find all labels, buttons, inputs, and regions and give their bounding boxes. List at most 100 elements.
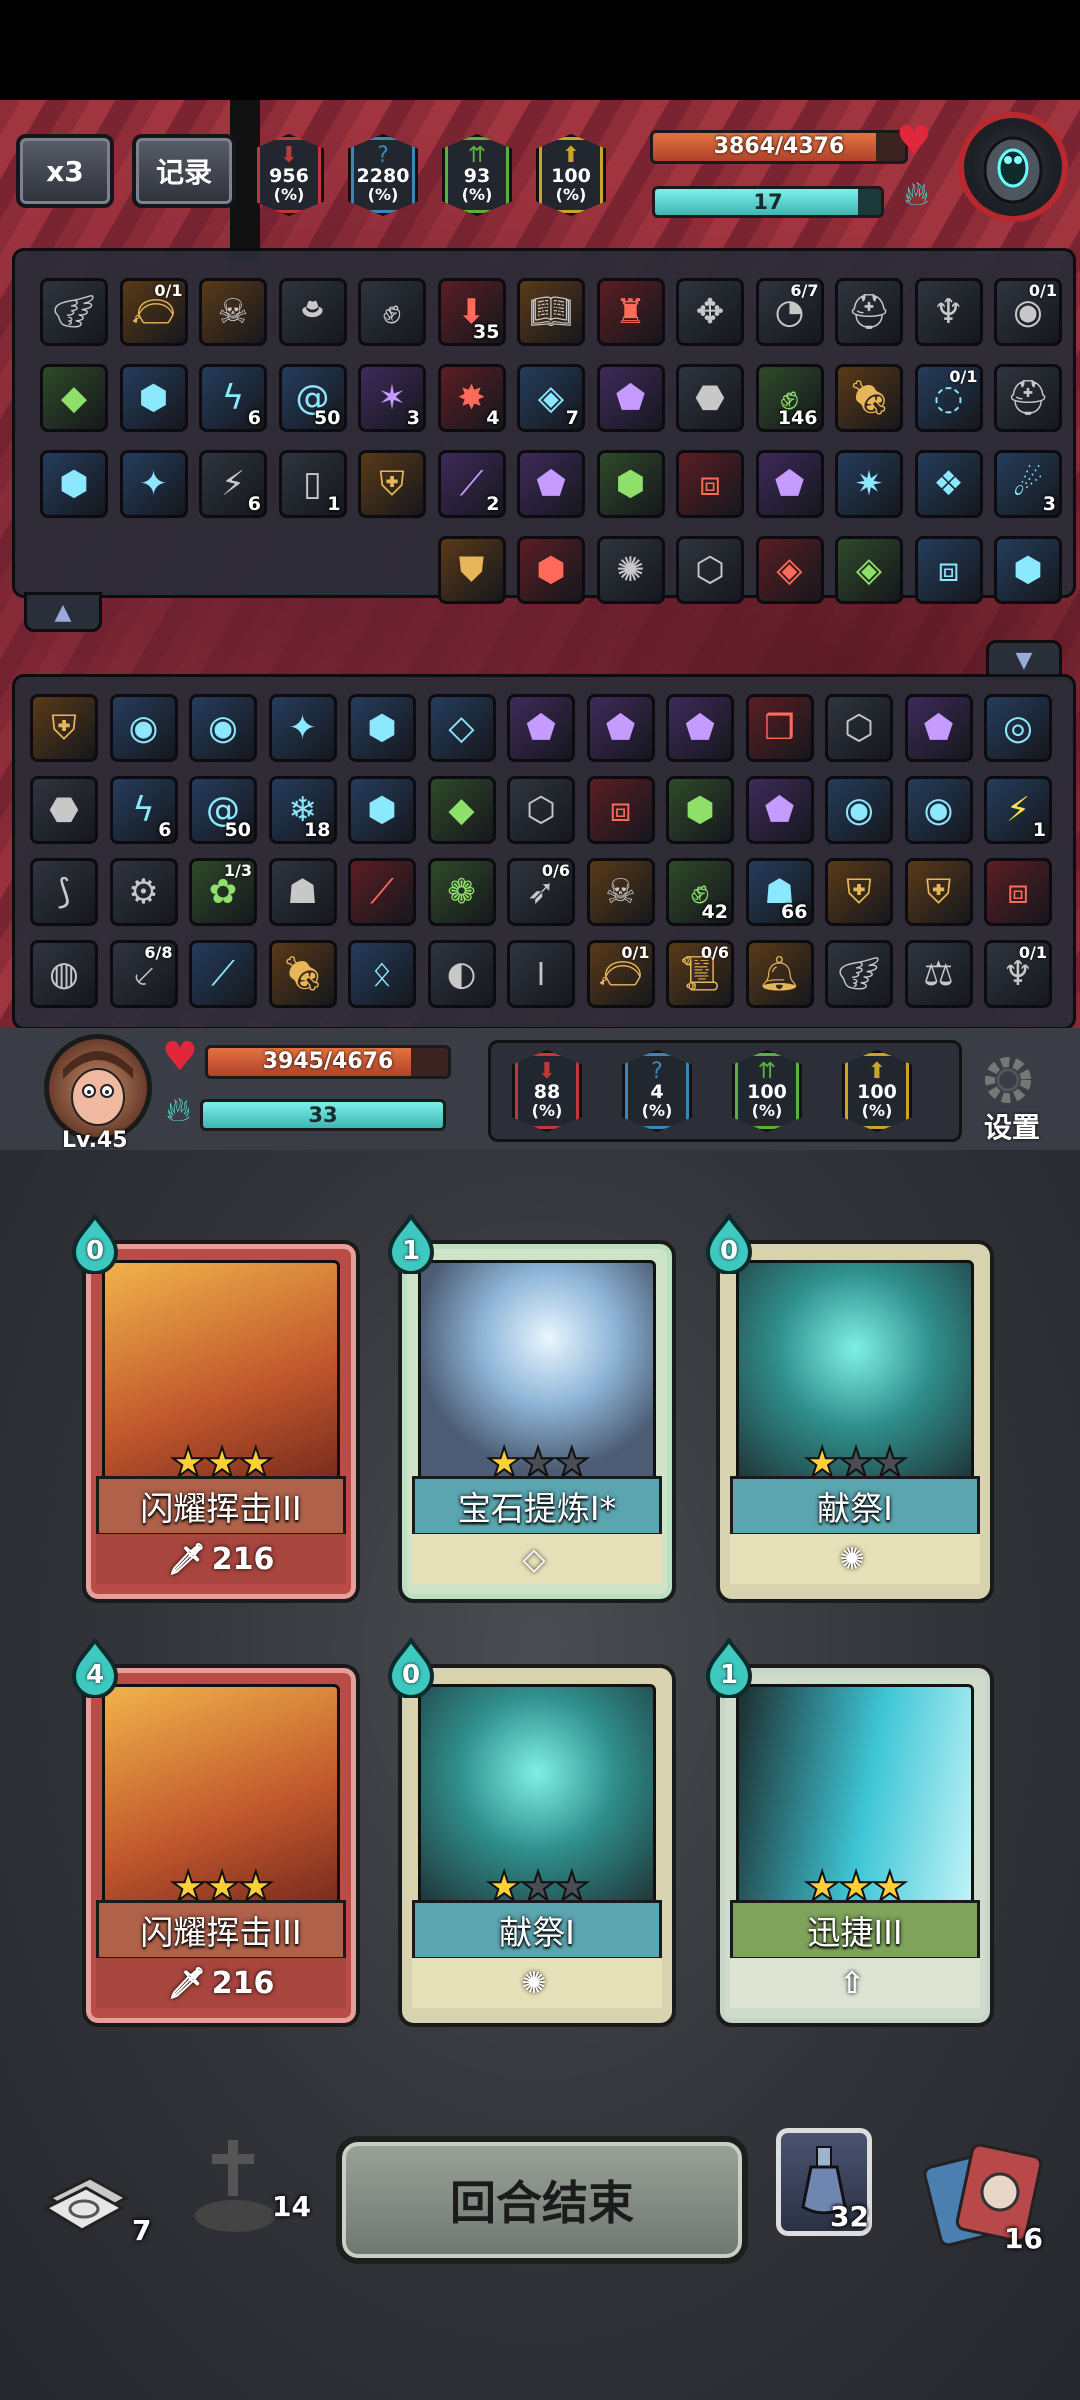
player-relic-slot[interactable]: ✿ 1/3: [189, 858, 257, 926]
player-relic-slot[interactable]: ◆: [427, 776, 496, 844]
enemy-relic-slot[interactable]: ✥: [676, 278, 744, 346]
enemy-relic-slot[interactable]: ⬡: [676, 536, 744, 604]
player-relic-slot[interactable]: ☗ 66: [745, 858, 814, 926]
enemy-relic-slot[interactable]: ◔ 6/7: [755, 278, 824, 346]
enemy-stat-0[interactable]: ⬇ 956 (%): [254, 134, 324, 216]
player-stat-1[interactable]: ? 4 (%): [622, 1050, 692, 1132]
player-relic-slot[interactable]: ⬢: [348, 776, 416, 844]
enemy-relic-slot[interactable]: ⬢: [517, 536, 585, 604]
draw-pile-icon[interactable]: [40, 2168, 130, 2238]
player-relic-slot[interactable]: ⟋: [189, 940, 257, 1008]
enemy-relic-slot[interactable]: ⟋ 2: [437, 450, 506, 518]
enemy-relic-slot[interactable]: 🎩︎: [278, 278, 347, 346]
enemy-relic-slot[interactable]: ✸ 4: [437, 364, 506, 432]
enemy-relic-slot[interactable]: ⬇ 35: [437, 278, 506, 346]
enemy-relic-slot[interactable]: ◆: [40, 364, 108, 432]
enemy-relic-slot[interactable]: ⧈: [914, 536, 983, 604]
hand-card-attack[interactable]: ★★★ 闪耀挥击III 🗡︎ 216: [82, 1664, 360, 2027]
enemy-relic-slot[interactable]: ♆: [914, 278, 983, 346]
player-relic-slot[interactable]: ◇: [427, 694, 496, 762]
player-relic-slot[interactable]: ◉: [109, 694, 178, 762]
enemy-relic-slot[interactable]: ⬟: [596, 364, 665, 432]
player-relic-slot[interactable]: ⬟: [904, 694, 973, 762]
player-avatar[interactable]: [44, 1034, 152, 1142]
hand-card-agility[interactable]: ★★★ 迅捷III ⇧: [716, 1664, 994, 2027]
enemy-relic-slot[interactable]: ◈: [755, 536, 824, 604]
player-stat-0[interactable]: ⬇ 88 (%): [512, 1050, 582, 1132]
player-relic-slot[interactable]: ◉: [825, 776, 893, 844]
player-relic-slot[interactable]: ◍: [30, 940, 98, 1008]
player-relic-slot[interactable]: ☠: [586, 858, 655, 926]
player-relic-slot[interactable]: ❄ 18: [268, 776, 337, 844]
player-relic-slot[interactable]: ⸔ 6/8: [109, 940, 178, 1008]
enemy-relic-slot[interactable]: ⬢: [596, 450, 665, 518]
enemy-relic-slot[interactable]: 🍖︎: [835, 364, 903, 432]
hand-card-sacrifice[interactable]: ★★★ 献祭I ✺: [398, 1664, 676, 2027]
enemy-relic-slot[interactable]: ⬟: [517, 450, 585, 518]
player-relic-slot[interactable]: ⬡: [825, 694, 893, 762]
enemy-relic-slot[interactable]: ϟ6: [199, 364, 267, 432]
enemy-relic-slot[interactable]: ⚡︎ 6: [199, 450, 267, 518]
enemy-relic-slot[interactable]: ◉ 0/1: [994, 278, 1062, 346]
player-relic-slot[interactable]: ⛨: [30, 694, 98, 762]
player-relic-slot[interactable]: ⧈: [586, 776, 655, 844]
player-relic-slot[interactable]: 🔔︎: [745, 940, 814, 1008]
enemy-relic-slot[interactable]: 🪽︎: [40, 278, 108, 346]
grave-icon[interactable]: [190, 2134, 280, 2234]
player-relic-slot[interactable]: ♆ 0/1: [984, 940, 1052, 1008]
player-relic-slot[interactable]: ⬟: [507, 694, 575, 762]
enemy-relic-slot[interactable]: ❖: [914, 450, 983, 518]
enemy-relic-slot[interactable]: ⛑︎: [835, 278, 903, 346]
enemy-stat-2[interactable]: ⇈ 93 (%): [442, 134, 512, 216]
player-relic-slot[interactable]: ⛨: [825, 858, 893, 926]
enemy-relic-slot[interactable]: ☄ 3: [994, 450, 1062, 518]
player-relic-slot[interactable]: ✊︎ 42: [666, 858, 734, 926]
enemy-relic-slot[interactable]: ⛨: [358, 450, 426, 518]
enemy-relic-slot[interactable]: ⬟: [755, 450, 824, 518]
enemy-relic-slot[interactable]: ◈: [835, 536, 903, 604]
enemy-relic-slot[interactable]: ◈ 7: [517, 364, 585, 432]
hand-card-sacrifice[interactable]: ★★★ 献祭I ✺: [716, 1240, 994, 1603]
enemy-relic-slot[interactable]: ⧈: [676, 450, 744, 518]
enemy-relic-slot[interactable]: ✊︎ 146: [755, 364, 824, 432]
player-relic-slot[interactable]: ☗: [268, 858, 337, 926]
enemy-portrait[interactable]: [958, 112, 1068, 222]
player-relic-slot[interactable]: @50: [189, 776, 257, 844]
player-relic-slot[interactable]: ⬢: [666, 776, 734, 844]
player-relic-slot[interactable]: ✦: [268, 694, 337, 762]
enemy-relic-slot[interactable]: ⬣: [676, 364, 744, 432]
player-relic-slot[interactable]: ⚙: [109, 858, 178, 926]
hand-card-attack[interactable]: ★★★ 闪耀挥击III 🗡︎ 216: [82, 1240, 360, 1603]
enemy-relic-slot[interactable]: ⛊: [437, 536, 506, 604]
player-relic-slot[interactable]: ⬡: [507, 776, 575, 844]
enemy-relic-slot[interactable]: @50: [278, 364, 347, 432]
player-relic-slot[interactable]: ⧈: [984, 858, 1052, 926]
player-relic-slot[interactable]: ◉: [189, 694, 257, 762]
settings-label[interactable]: 设置: [984, 1106, 1040, 1146]
enemy-relic-slot[interactable]: 📖︎: [517, 278, 585, 346]
enemy-relic-slot[interactable]: ⬢: [119, 364, 188, 432]
enemy-stat-3[interactable]: ⬆ 100 (%): [536, 134, 606, 216]
enemy-relic-slot[interactable]: ✊︎: [358, 278, 426, 346]
enemy-stat-1[interactable]: ? 2280 (%): [348, 134, 418, 216]
player-relic-slot[interactable]: ⟋: [348, 858, 416, 926]
player-stat-2[interactable]: ⇈ 100 (%): [732, 1050, 802, 1132]
player-relic-slot[interactable]: ⏽: [507, 940, 575, 1008]
player-relic-slot[interactable]: 🪽︎: [825, 940, 893, 1008]
gear-icon[interactable]: [980, 1052, 1036, 1108]
player-relic-slot[interactable]: ᛟ: [348, 940, 416, 1008]
enemy-relic-slot[interactable]: ✶ 3: [358, 364, 426, 432]
player-relic-slot[interactable]: ⬟: [745, 776, 814, 844]
player-stat-3[interactable]: ⬆ 100 (%): [842, 1050, 912, 1132]
player-relic-slot[interactable]: ❒: [745, 694, 814, 762]
player-relic-slot[interactable]: ⟆: [30, 858, 98, 926]
player-relic-slot[interactable]: ⛨: [904, 858, 973, 926]
player-relic-slot[interactable]: ⚖: [904, 940, 973, 1008]
player-relic-slot[interactable]: ➶ 0/6: [507, 858, 575, 926]
speed-button[interactable]: x3: [16, 134, 114, 208]
end-turn-button[interactable]: 回合结束: [336, 2136, 748, 2264]
player-relic-slot[interactable]: ⬢: [348, 694, 416, 762]
enemy-relic-slot[interactable]: ⬢: [994, 536, 1062, 604]
enemy-relic-slot[interactable]: ✦: [119, 450, 188, 518]
enemy-relic-slot[interactable]: ◌ 0/1: [914, 364, 983, 432]
